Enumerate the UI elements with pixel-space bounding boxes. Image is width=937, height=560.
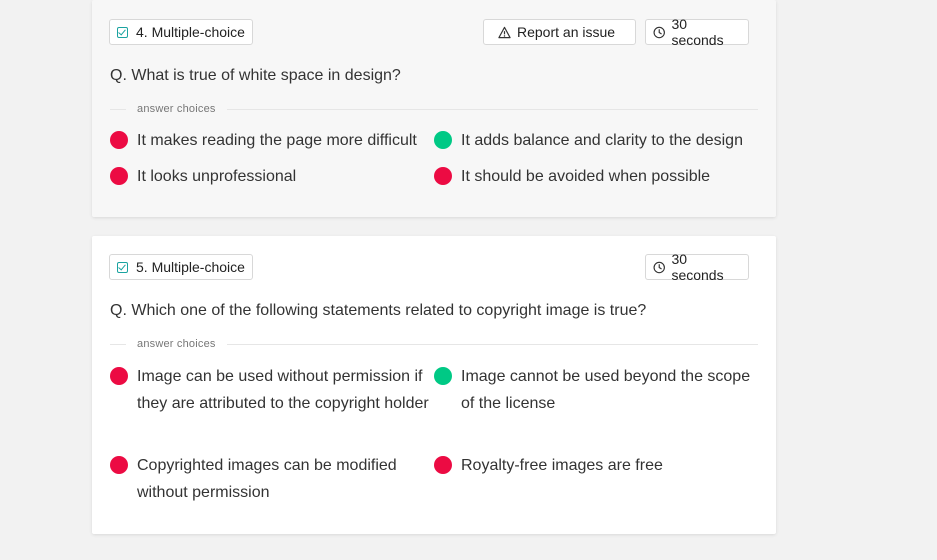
- warning-icon: [498, 26, 511, 38]
- question-type-tag: 5. Multiple-choice: [109, 254, 253, 280]
- question-type-label: 5. Multiple-choice: [136, 259, 245, 275]
- question-type-tag: 4. Multiple-choice: [109, 19, 253, 45]
- incorrect-indicator-icon: [434, 167, 452, 185]
- answer-choice-text: It should be avoided when possible: [461, 168, 711, 185]
- correct-indicator-icon: [434, 367, 452, 385]
- answer-choice: Image can be used without permission if …: [110, 363, 434, 417]
- answer-choices-label: answer choices: [137, 338, 216, 350]
- time-limit-badge: 30 seconds: [645, 251, 749, 283]
- question-text: Q. Which one of the following statements…: [110, 302, 647, 319]
- incorrect-indicator-icon: [434, 456, 452, 474]
- answer-choices-divider: answer choices: [110, 102, 758, 116]
- answer-choice-text: It looks unprofessional: [137, 168, 297, 185]
- clock-icon: [653, 26, 665, 38]
- answer-choice-text: Image cannot be used beyond the scope of…: [461, 368, 751, 412]
- question-type-label: 4. Multiple-choice: [136, 24, 245, 40]
- incorrect-indicator-icon: [110, 367, 128, 385]
- time-limit-label: 30 seconds: [671, 16, 724, 48]
- question-card-5: 5. Multiple-choice 30 seconds Q. Which o…: [92, 236, 776, 534]
- incorrect-indicator-icon: [110, 456, 128, 474]
- question-card-4: 4. Multiple-choice Report an issue 30 se…: [92, 0, 776, 217]
- answer-choice: It makes reading the page more difficult: [110, 127, 430, 154]
- time-limit-badge: 30 seconds: [645, 16, 749, 48]
- answer-choices-divider: answer choices: [110, 337, 758, 351]
- clock-icon: [653, 261, 665, 273]
- answer-choice: It adds balance and clarity to the desig…: [434, 127, 764, 154]
- checkbox-icon: [117, 261, 128, 273]
- answer-choice-text: It makes reading the page more difficult: [137, 132, 417, 149]
- answer-choice-text: Royalty-free images are free: [461, 457, 663, 474]
- answer-choice: Image cannot be used beyond the scope of…: [434, 363, 764, 417]
- report-issue-button[interactable]: Report an issue: [483, 19, 636, 45]
- incorrect-indicator-icon: [110, 131, 128, 149]
- correct-indicator-icon: [434, 131, 452, 149]
- report-issue-label: Report an issue: [517, 24, 616, 40]
- question-text: Q. What is true of white space in design…: [110, 67, 401, 84]
- answer-choice: It looks unprofessional: [110, 163, 430, 190]
- checkbox-icon: [117, 26, 128, 38]
- answer-choices-label: answer choices: [137, 103, 216, 115]
- answer-choice: Copyrighted images can be modified witho…: [110, 452, 420, 506]
- incorrect-indicator-icon: [110, 167, 128, 185]
- answer-choice-text: Copyrighted images can be modified witho…: [137, 457, 397, 501]
- answer-choice-text: Image can be used without permission if …: [137, 368, 429, 412]
- answer-choice: Royalty-free images are free: [434, 452, 764, 479]
- answer-choice: It should be avoided when possible: [434, 163, 764, 190]
- answer-choice-text: It adds balance and clarity to the desig…: [461, 132, 743, 149]
- time-limit-label: 30 seconds: [671, 251, 724, 283]
